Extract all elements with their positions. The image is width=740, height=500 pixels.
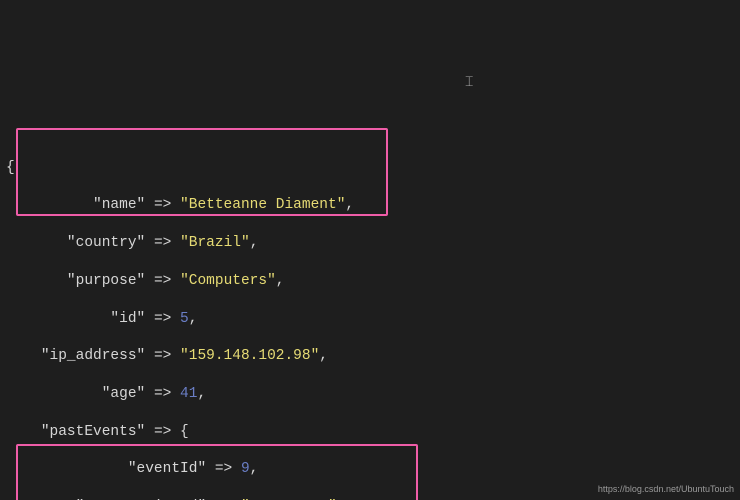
kv-line: "ip_address" => "159.148.102.98", — [6, 347, 734, 366]
kv-line: "age" => 41, — [6, 385, 734, 404]
kv-line: "pastEvents" => { — [6, 423, 734, 442]
kv-line: "name" => "Betteanne Diament", — [6, 196, 734, 215]
code-editor[interactable]: ⌶ { "name" => "Betteanne Diament", "coun… — [0, 0, 740, 500]
kv-line: "eventId" => 9, — [6, 460, 734, 479]
watermark: https://blog.csdn.net/UbuntuTouch — [598, 484, 734, 496]
brace-open: { — [6, 159, 734, 178]
kv-line: "purpose" => "Computers", — [6, 272, 734, 291]
kv-line: "id" => 5, — [6, 310, 734, 329]
text-cursor-icon: ⌶ — [465, 74, 475, 90]
kv-line: "country" => "Brazil", — [6, 234, 734, 253]
